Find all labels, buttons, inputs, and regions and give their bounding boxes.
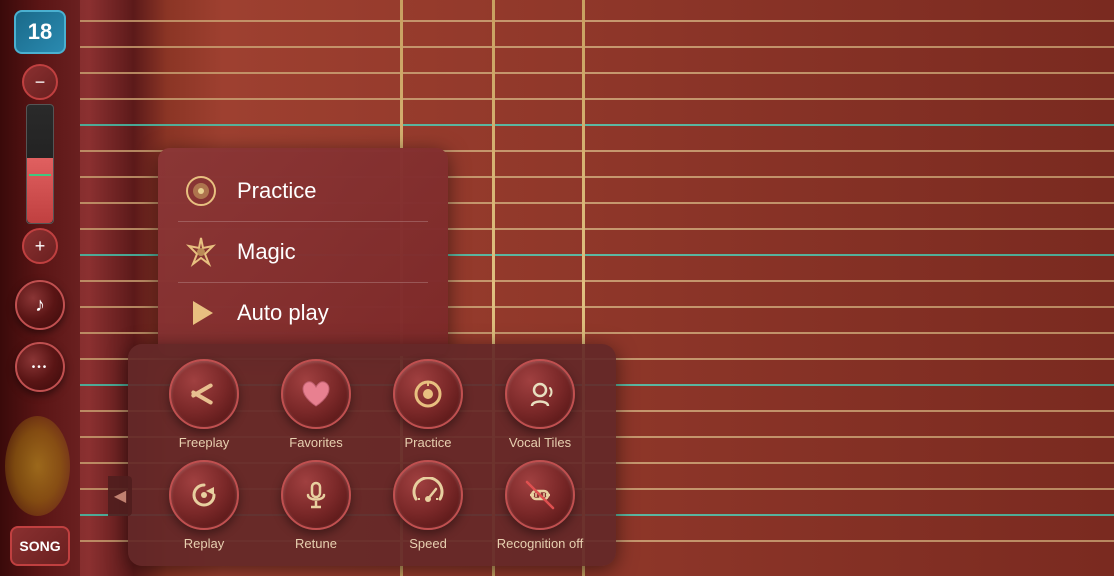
replay-label: Replay [184,536,224,551]
vocal-tiles-label: Vocal Tiles [509,435,571,450]
score-display: 18 [14,10,66,54]
practice-button[interactable] [393,359,463,429]
favorites-label: Favorites [289,435,342,450]
string-line-1 [80,46,1114,48]
recognition-off-icon [522,477,558,513]
music-button[interactable]: ♪ [15,280,65,330]
magic-mode-label: Magic [237,239,296,265]
vocal-tiles-button[interactable] [505,359,575,429]
volume-control: − + [22,64,58,264]
replay-icon [186,477,222,513]
menu-divider-2 [178,282,428,283]
vocal-tiles-icon [522,376,558,412]
autoplay-mode-icon [183,295,219,331]
score-value: 18 [28,19,52,45]
autoplay-mode-item[interactable]: Auto play [178,285,428,341]
autoplay-mode-label: Auto play [237,300,329,326]
practice-label: Practice [405,435,452,450]
toolbar-row-1: Freeplay Favorites Practice [148,359,596,450]
practice-icon [410,376,446,412]
retune-icon [298,477,334,513]
volume-plus-button[interactable]: + [22,228,58,264]
speed-button[interactable] [393,460,463,530]
song-button[interactable]: SONG [10,526,70,566]
recognition-off-item[interactable]: Recognition off [495,460,585,551]
more-button[interactable]: ••• [15,342,65,392]
string-line-3 [80,98,1114,100]
freeplay-item[interactable]: Freeplay [159,359,249,450]
retune-item[interactable]: Retune [271,460,361,551]
speed-item[interactable]: Speed [383,460,473,551]
volume-fill [27,158,53,223]
chevron-left-icon: ◀ [114,486,126,506]
practice-mode-item[interactable]: Practice [178,163,428,219]
decorative-ornament [5,416,70,516]
freeplay-icon [186,376,222,412]
replay-item[interactable]: Replay [159,460,249,551]
string-line-4 [80,124,1114,126]
string-line-2 [80,72,1114,74]
magic-mode-icon [183,234,219,270]
menu-divider-1 [178,221,428,222]
speed-icon [410,477,446,513]
retune-button[interactable] [281,460,351,530]
toolbar-row-2: Replay Retune [148,460,596,551]
replay-button[interactable] [169,460,239,530]
string-line-0 [80,20,1114,22]
recognition-off-button[interactable] [505,460,575,530]
vocal-tiles-item[interactable]: Vocal Tiles [495,359,585,450]
favorites-icon [298,376,334,412]
song-label: SONG [19,538,60,554]
freeplay-label: Freeplay [179,435,230,450]
speed-label: Speed [409,536,447,551]
bottom-toolbar: Freeplay Favorites Practice [128,344,616,566]
music-icon: ♪ [35,294,45,317]
more-icon: ••• [32,362,49,373]
favorites-button[interactable] [281,359,351,429]
freeplay-button[interactable] [169,359,239,429]
practice-item[interactable]: Practice [383,359,473,450]
practice-mode-label: Practice [237,178,316,204]
practice-mode-icon [183,173,219,209]
volume-marker [29,174,51,176]
recognition-off-label: Recognition off [497,536,584,551]
mode-menu-panel: Practice Magic Auto play [158,148,448,356]
left-sidebar: 18 − + ♪ ••• SONG [0,0,80,576]
magic-mode-item[interactable]: Magic [178,224,428,280]
volume-minus-button[interactable]: − [22,64,58,100]
volume-slider[interactable] [26,104,54,224]
favorites-item[interactable]: Favorites [271,359,361,450]
panel-collapse-arrow[interactable]: ◀ [108,476,132,516]
retune-label: Retune [295,536,337,551]
